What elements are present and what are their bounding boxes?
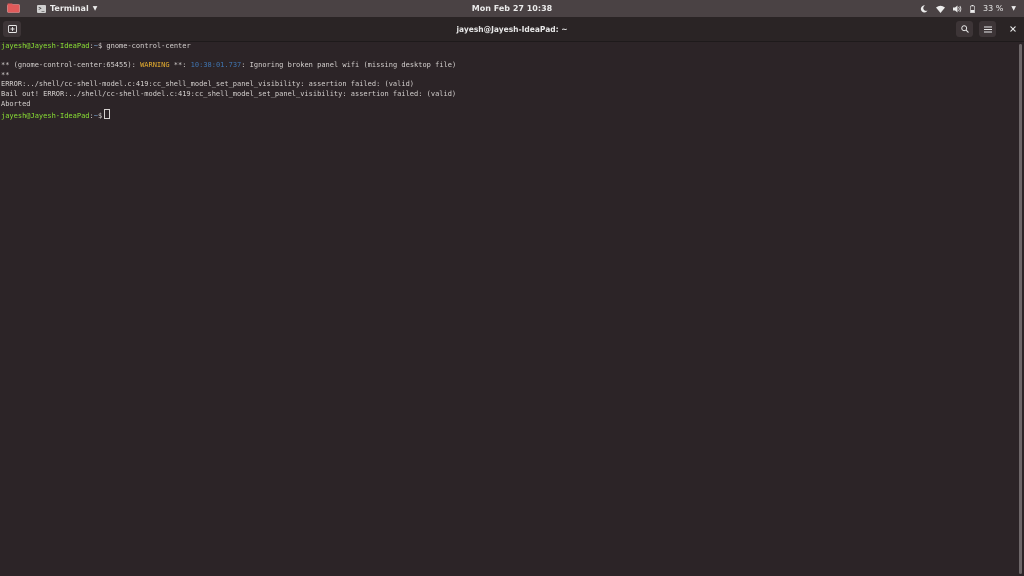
wifi-icon	[936, 5, 946, 13]
close-icon	[1009, 26, 1016, 32]
warning-timestamp: 10:38:01.737	[190, 61, 242, 70]
warning-prefix: ** (gnome-control-center:65455):	[1, 61, 141, 70]
system-tray[interactable]: 33 % ▼	[920, 0, 1016, 17]
activities-button[interactable]	[7, 3, 20, 13]
terminal-header-bar	[0, 17, 1024, 42]
warning-text: : Ignoring broken panel wifi (missing de…	[241, 61, 457, 70]
search-icon	[960, 25, 969, 33]
prompt-symbol: $	[97, 42, 103, 50]
command-text: gnome-control-center	[106, 42, 191, 50]
prompt-user: jayesh@Jayesh-IdeaPad	[1, 42, 90, 50]
terminal-output[interactable]: jayesh@Jayesh-IdeaPad:~$ gnome-control-c…	[0, 42, 1017, 576]
folder-icon	[7, 3, 20, 13]
chevron-down-icon: ▼	[1011, 5, 1016, 12]
hamburger-menu-icon	[983, 26, 992, 32]
prompt-user: jayesh@Jayesh-IdeaPad	[1, 112, 90, 121]
battery-percentage: 33 %	[983, 4, 1004, 13]
terminal-line: jayesh@Jayesh-IdeaPad:~$	[1, 109, 1017, 121]
close-window-button[interactable]	[1004, 21, 1021, 37]
moon-icon	[920, 4, 928, 13]
scrollbar-thumb[interactable]	[1019, 44, 1022, 574]
menu-button[interactable]	[979, 21, 996, 37]
warning-label: WARNING	[140, 61, 170, 70]
text-cursor	[104, 109, 111, 120]
gnome-top-bar: >_ Terminal ▼ Mon Feb 27 10:38 33 % ▼	[0, 0, 1024, 17]
aborted-line: Aborted	[1, 99, 31, 108]
battery-icon	[970, 4, 976, 13]
clock[interactable]: Mon Feb 27 10:38	[472, 4, 552, 13]
terminal-line: **	[1, 70, 10, 79]
bailout-line: Bail out! ERROR:../shell/cc-shell-model.…	[1, 89, 457, 98]
app-menu[interactable]: >_ Terminal ▼	[37, 0, 97, 17]
chevron-down-icon: ▼	[92, 5, 98, 12]
error-line: ERROR:../shell/cc-shell-model.c:419:cc_s…	[1, 80, 415, 89]
search-button[interactable]	[956, 21, 973, 37]
terminal-app-icon: >_	[37, 4, 46, 13]
warning-mid: **:	[169, 61, 191, 70]
new-tab-button[interactable]	[3, 21, 21, 37]
app-menu-label: Terminal	[50, 4, 89, 13]
new-tab-icon	[7, 25, 17, 33]
speaker-icon	[953, 5, 962, 13]
terminal-line: jayesh@Jayesh-IdeaPad:~$ gnome-control-c…	[1, 42, 191, 50]
terminal-line: ** (gnome-control-center:65455): WARNING…	[1, 61, 1017, 71]
prompt-symbol: $	[97, 112, 103, 121]
